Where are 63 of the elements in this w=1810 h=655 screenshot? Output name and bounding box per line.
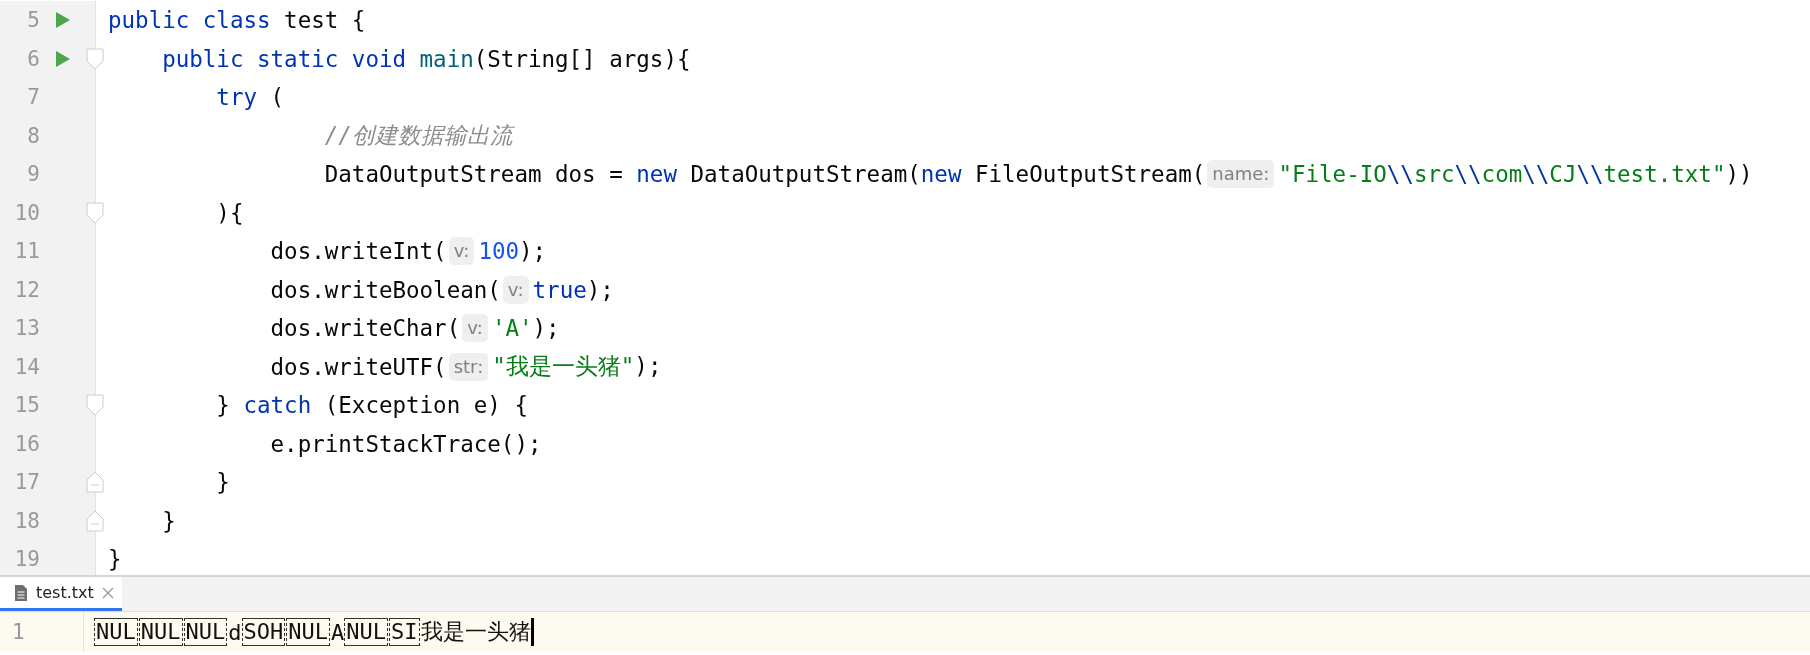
parameter-hint: v:: [448, 237, 475, 266]
code-text: DataOutputStream dos = new DataOutputStream(new FileOutputStream(: [323, 161, 1206, 188]
line-number: 8: [26, 123, 40, 148]
line-number: 6: [26, 46, 40, 71]
fold-marker-icon[interactable]: [86, 47, 104, 70]
line-number: 18: [13, 508, 40, 533]
line-number: 9: [26, 162, 40, 187]
line-number: 7: [26, 85, 40, 110]
tab-label: test.txt: [36, 583, 94, 602]
line-number: 12: [13, 277, 40, 302]
code-text: dos.writeBoolean(: [269, 276, 501, 303]
code-text: "我是一头猪");: [492, 352, 662, 382]
line-number: 11: [13, 239, 40, 264]
fold-marker-icon[interactable]: [86, 394, 104, 416]
code-text: ){: [215, 199, 244, 226]
parameter-hint: str:: [448, 352, 489, 381]
fold-marker-icon[interactable]: [86, 509, 104, 532]
fold-marker-icon[interactable]: [86, 471, 104, 493]
run-icon[interactable]: [55, 11, 71, 30]
text-file-icon: [14, 583, 28, 602]
code-text: try (: [215, 84, 285, 111]
code-text: dos.writeInt(: [269, 238, 447, 265]
line-number: 15: [13, 393, 40, 418]
parameter-hint: v:: [462, 314, 488, 343]
parameter-hint: v:: [502, 275, 529, 304]
code-text: 100);: [478, 238, 547, 265]
line-number: 16: [13, 431, 40, 456]
file-text: d: [228, 619, 242, 645]
line-number: 5: [26, 8, 40, 33]
line-number: 10: [13, 200, 40, 225]
code-text: public class test {: [108, 7, 366, 34]
code-text: } catch (Exception e) {: [215, 392, 528, 419]
code-text: }: [161, 507, 176, 534]
file-tab[interactable]: test.txt: [0, 577, 122, 611]
code-text: true);: [532, 276, 614, 303]
file-text: A: [331, 619, 345, 645]
control-character: NUL: [94, 618, 138, 646]
close-icon[interactable]: [101, 586, 114, 599]
control-character: SOH: [241, 618, 286, 646]
file-text: 我是一头猪: [420, 618, 531, 646]
code-text: }: [108, 546, 122, 573]
control-character: SI: [389, 618, 420, 646]
parameter-hint: name:: [1207, 160, 1275, 189]
text-caret: [530, 618, 534, 646]
line-number: 13: [13, 316, 40, 341]
code-text: "File-IO\\src\\com\\CJ\\test.txt")): [1278, 161, 1753, 188]
control-character: NUL: [138, 618, 183, 646]
code-text: e.printStackTrace();: [269, 430, 542, 457]
code-text: 'A');: [491, 315, 560, 342]
code-text: dos.writeUTF(: [269, 353, 447, 380]
fold-marker-icon[interactable]: [86, 201, 104, 224]
code-text: }: [215, 469, 230, 496]
line-number: 1: [11, 620, 25, 644]
run-icon[interactable]: [55, 49, 71, 68]
control-character: NUL: [286, 618, 330, 646]
code-text: dos.writeChar(: [269, 315, 461, 342]
control-character: NUL: [183, 618, 228, 646]
line-number: 19: [13, 547, 40, 572]
line-number: 14: [13, 354, 40, 379]
line-number: 17: [13, 470, 40, 495]
code-text: //创建数据输出流: [323, 121, 513, 151]
code-text: public static void main(String[] args){: [161, 45, 691, 72]
control-character: NUL: [344, 618, 388, 646]
